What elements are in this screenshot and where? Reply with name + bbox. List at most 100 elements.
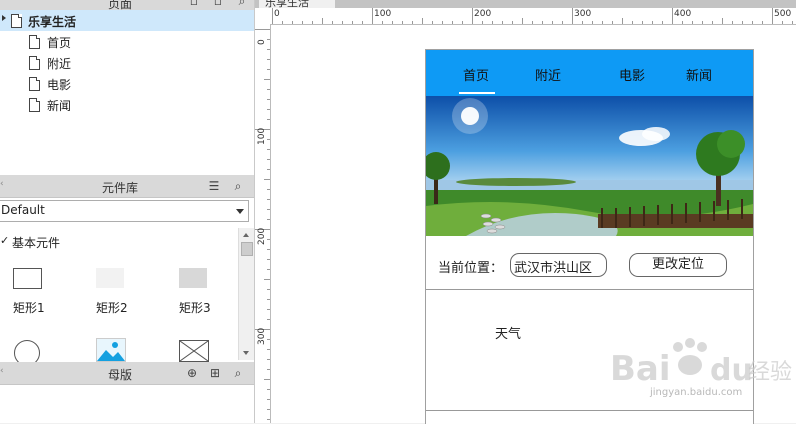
location-label: 当前位置： bbox=[438, 261, 504, 276]
ruler-tick bbox=[402, 21, 403, 24]
page-tree-item-label: 首页 bbox=[47, 36, 72, 50]
image-widget-icon[interactable] bbox=[96, 338, 126, 362]
chevron-down-icon bbox=[236, 209, 244, 214]
search-library-icon[interactable]: ⌕ bbox=[230, 178, 246, 194]
widget-label: 矩形2 bbox=[96, 301, 128, 315]
nav-item-nearby[interactable]: 附近 bbox=[535, 65, 561, 84]
ruler-tick bbox=[267, 119, 270, 120]
scroll-down-icon[interactable] bbox=[243, 351, 249, 355]
page-tree-item-home[interactable]: 首页 bbox=[0, 31, 254, 52]
nav-bar: 首页 附近 电影 新闻 bbox=[426, 50, 753, 96]
ruler-tick bbox=[267, 199, 270, 200]
ruler-tick bbox=[267, 169, 270, 170]
tab-lexiang[interactable]: 乐享生活 bbox=[259, 0, 335, 8]
ruler-tick bbox=[332, 21, 333, 24]
section-divider bbox=[426, 410, 753, 411]
page-icon bbox=[29, 56, 40, 70]
ruler-tick bbox=[267, 59, 270, 60]
ruler-tick bbox=[582, 21, 583, 24]
ruler-tick bbox=[702, 21, 703, 24]
change-location-button[interactable]: 更改定位 bbox=[629, 253, 727, 277]
ruler-tick bbox=[742, 21, 743, 24]
ruler-tick bbox=[532, 21, 533, 24]
nav-item-movie[interactable]: 电影 bbox=[619, 65, 645, 84]
ruler-tick bbox=[264, 279, 270, 280]
ruler-label: 300 bbox=[574, 9, 592, 19]
add-page-icon[interactable]: ▫ bbox=[186, 0, 202, 9]
ruler-tick bbox=[312, 21, 313, 24]
horizontal-ruler: 0 100 200 300 400 500 bbox=[270, 8, 796, 25]
ruler-tick bbox=[592, 21, 593, 24]
add-master-folder-icon[interactable]: ⊞ bbox=[207, 365, 223, 381]
search-pages-icon[interactable]: ⌕ bbox=[234, 0, 250, 9]
rectangle3-widget[interactable] bbox=[179, 268, 207, 288]
scroll-thumb[interactable] bbox=[241, 242, 253, 256]
ruler-tick bbox=[255, 29, 270, 30]
library-select[interactable]: Default bbox=[0, 200, 249, 222]
page-tree-item-movie[interactable]: 电影 bbox=[0, 73, 254, 94]
ruler-tick bbox=[267, 189, 270, 190]
ruler-tick bbox=[267, 149, 270, 150]
ruler-tick bbox=[712, 21, 713, 24]
rectangle2-widget[interactable] bbox=[96, 268, 124, 288]
search-masters-icon[interactable]: ⌕ bbox=[230, 365, 246, 381]
ruler-tick bbox=[612, 21, 613, 24]
ruler-tick bbox=[462, 21, 463, 24]
ruler-tick bbox=[512, 21, 513, 24]
page-icon bbox=[29, 35, 40, 49]
ruler-tick bbox=[342, 21, 343, 24]
menu-icon[interactable]: ☰ bbox=[206, 178, 222, 194]
ruler-tick bbox=[602, 21, 603, 24]
rectangle1-widget[interactable] bbox=[13, 268, 42, 289]
ruler-tick bbox=[692, 21, 693, 24]
ruler-tick bbox=[264, 379, 270, 380]
masters-panel-header: ‹ 母版 ⊕ ⊞ ⌕ bbox=[0, 362, 254, 385]
ruler-tick bbox=[442, 21, 443, 24]
scroll-up-icon[interactable] bbox=[243, 233, 249, 237]
library-panel-title: 元件库 bbox=[101, 181, 138, 195]
ruler-tick bbox=[267, 389, 270, 390]
page-icon bbox=[11, 14, 22, 28]
ruler-tick bbox=[302, 21, 303, 24]
placeholder-widget-icon[interactable] bbox=[179, 340, 209, 362]
ruler-tick bbox=[362, 21, 363, 24]
library-scrollbar[interactable] bbox=[238, 228, 254, 360]
location-input[interactable]: 武汉市洪山区 bbox=[510, 253, 607, 277]
widget-library-list: ✓ 基本元件 矩形1 矩形2 矩形3 bbox=[0, 228, 238, 366]
ruler-tick bbox=[267, 239, 270, 240]
ruler-tick bbox=[267, 259, 270, 260]
add-master-icon[interactable]: ⊕ bbox=[184, 365, 200, 381]
chevron-down-icon[interactable]: ✓ bbox=[0, 234, 9, 247]
nav-active-indicator bbox=[459, 92, 495, 94]
widget-group-label: 基本元件 bbox=[12, 236, 61, 250]
page-tree-root[interactable]: 乐享生活 bbox=[0, 10, 254, 31]
ruler-label: 400 bbox=[674, 9, 692, 19]
nav-item-news[interactable]: 新闻 bbox=[686, 65, 712, 84]
ruler-tick bbox=[267, 209, 270, 210]
page-tree-item-nearby[interactable]: 附近 bbox=[0, 52, 254, 73]
ruler-label: 100 bbox=[374, 9, 392, 19]
page-tree-item-label: 新闻 bbox=[47, 99, 72, 113]
nav-item-home[interactable]: 首页 bbox=[463, 65, 489, 84]
ruler-tick bbox=[267, 269, 270, 270]
ruler-tick bbox=[267, 99, 270, 100]
widget-label: 矩形3 bbox=[179, 301, 211, 315]
ruler-corner bbox=[255, 8, 271, 25]
page-icon bbox=[29, 77, 40, 91]
widget-label: 矩形1 bbox=[13, 301, 45, 315]
ruler-tick bbox=[272, 8, 273, 24]
ruler-tick bbox=[267, 419, 270, 420]
ruler-tick bbox=[752, 21, 753, 24]
ruler-label: 300 bbox=[257, 327, 267, 345]
add-folder-icon[interactable]: ▫ bbox=[210, 0, 226, 9]
ruler-tick bbox=[562, 21, 563, 24]
ruler-label: 200 bbox=[474, 9, 492, 19]
ruler-tick bbox=[267, 319, 270, 320]
svg-text:Bai: Bai bbox=[610, 349, 671, 389]
ruler-tick bbox=[552, 21, 553, 24]
collapse-arrow-icon[interactable] bbox=[2, 15, 6, 21]
ruler-tick bbox=[267, 339, 270, 340]
location-value: 武汉市洪山区 bbox=[514, 261, 593, 276]
banner-image bbox=[426, 96, 753, 236]
page-tree-item-news[interactable]: 新闻 bbox=[0, 94, 254, 115]
